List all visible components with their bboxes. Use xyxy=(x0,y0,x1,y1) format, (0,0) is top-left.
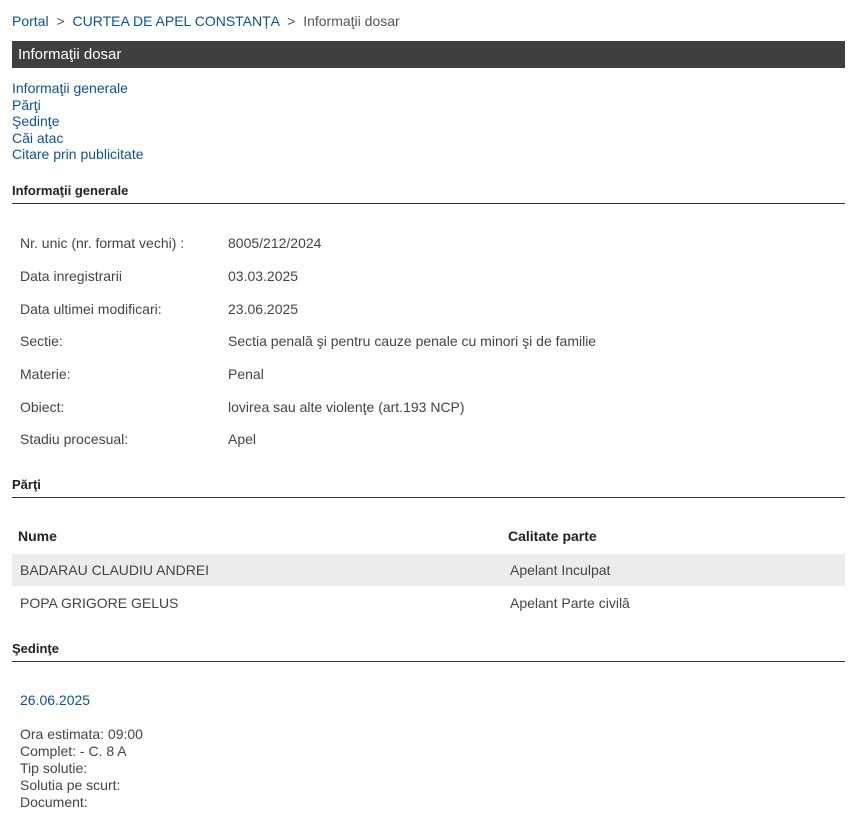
info-label-object: Obiect: xyxy=(20,399,65,415)
info-label-matter: Materie: xyxy=(20,366,71,382)
hearing-solution-summary: Solutia pe scurt: xyxy=(20,777,121,793)
info-label-section: Sectie: xyxy=(20,333,63,349)
party-name: POPA GRIGORE GELUS xyxy=(20,595,179,611)
page-title-bar: Informaţii dosar xyxy=(12,41,845,68)
info-value-object: lovirea sau alte violenţe (art.193 NCP) xyxy=(228,399,465,415)
info-label-last-modified: Data ultimei modificari: xyxy=(20,301,162,317)
breadcrumb-separator: > xyxy=(56,13,65,29)
info-label-stage: Stadiu procesual: xyxy=(20,431,129,447)
hearing-solution-type: Tip solutie: xyxy=(20,760,88,776)
info-label-case-number: Nr. unic (nr. format vechi) : xyxy=(20,235,185,251)
info-value-stage: Apel xyxy=(228,431,257,447)
info-value-registration-date: 03.03.2025 xyxy=(228,268,299,284)
info-label-registration-date: Data inregistrarii xyxy=(20,268,122,284)
page-title: Informaţii dosar xyxy=(18,46,122,63)
nav-link-general-info[interactable]: Informaţii generale xyxy=(12,80,128,96)
nav-link-parties[interactable]: Părţi xyxy=(12,97,41,113)
party-name: BADARAU CLAUDIU ANDREI xyxy=(20,562,210,578)
section-heading-hearings: Şedinţe xyxy=(12,641,845,662)
parties-header-name: Nume xyxy=(18,528,57,544)
info-value-matter: Penal xyxy=(228,366,264,382)
table-row: POPA GRIGORE GELUS Apelant Parte civilă xyxy=(12,587,845,619)
hearing-document: Document: xyxy=(20,794,88,810)
hearing-date: 26.06.2025 xyxy=(20,692,91,708)
party-role: Apelant Parte civilă xyxy=(510,595,630,611)
info-value-last-modified: 23.06.2025 xyxy=(228,301,299,317)
section-nav: Informaţii generale Părţi Şedinţe Căi at… xyxy=(12,80,144,163)
breadcrumb-separator: > xyxy=(287,13,296,29)
info-value-case-number: 8005/212/2024 xyxy=(228,235,322,251)
hearing-estimated-time: Ora estimata: 09:00 xyxy=(20,726,143,742)
nav-link-hearings[interactable]: Şedinţe xyxy=(12,113,59,129)
nav-link-public-summons[interactable]: Citare prin publicitate xyxy=(12,146,144,162)
breadcrumb-portal-link[interactable]: Portal xyxy=(12,13,49,29)
parties-header-role: Calitate parte xyxy=(508,528,597,544)
info-value-section: Sectia penală şi pentru cauze penale cu … xyxy=(228,333,597,349)
nav-link-appeals[interactable]: Căi atac xyxy=(12,130,63,146)
section-heading-parties: Părţi xyxy=(12,477,845,498)
breadcrumb-court-link[interactable]: CURTEA DE APEL CONSTANȚA xyxy=(73,13,280,29)
party-role: Apelant Inculpat xyxy=(510,562,611,578)
hearing-panel: Complet: - C. 8 A xyxy=(20,743,127,759)
section-heading-general-info: Informaţii generale xyxy=(12,183,845,204)
table-row: BADARAU CLAUDIU ANDREI Apelant Inculpat xyxy=(12,554,845,586)
breadcrumb-current: Informaţii dosar xyxy=(303,13,400,29)
breadcrumb: Portal > CURTEA DE APEL CONSTANȚA > Info… xyxy=(12,13,400,29)
